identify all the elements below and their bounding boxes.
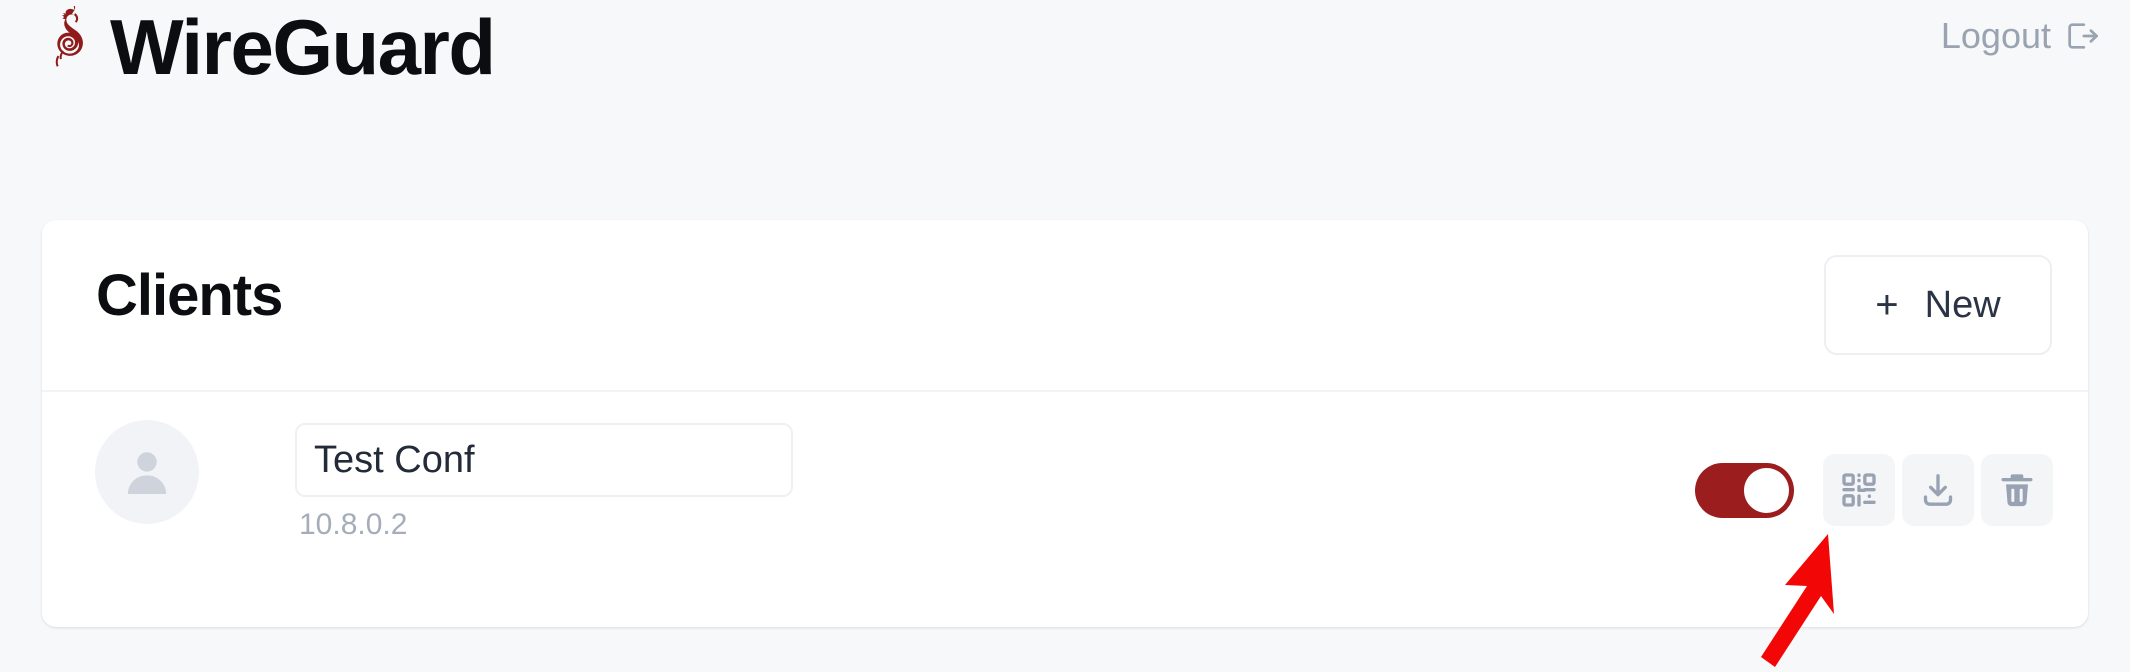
download-icon (1918, 470, 1958, 510)
client-enabled-toggle[interactable] (1695, 462, 1794, 518)
client-ip-address: 10.8.0.2 (299, 508, 408, 541)
page-title: Clients (96, 263, 283, 328)
client-info: 10.8.0.2 (295, 392, 793, 540)
new-client-button[interactable]: + New (1824, 255, 2052, 355)
brand: WireGuard (38, 3, 496, 91)
logout-button[interactable]: Logout (1941, 18, 2098, 54)
top-bar: WireGuard Logout (0, 0, 2130, 120)
avatar (95, 420, 199, 524)
logout-label: Logout (1940, 15, 2051, 56)
client-actions (1695, 454, 2053, 526)
toggle-knob (1744, 467, 1789, 513)
delete-client-button[interactable] (1981, 454, 2053, 526)
sign-out-icon (2064, 19, 2098, 53)
download-config-button[interactable] (1902, 454, 1974, 526)
user-avatar-icon (116, 441, 178, 503)
client-name-input[interactable] (295, 423, 793, 497)
clients-card: Clients + New 10.8.0.2 (42, 220, 2088, 627)
clients-card-header: Clients + New (42, 220, 2088, 392)
qr-code-icon (1839, 470, 1879, 510)
brand-title: WireGuard (110, 3, 496, 91)
new-client-button-label: New (1924, 284, 2001, 326)
wireguard-dragon-logo-icon (38, 6, 96, 88)
plus-icon: + (1875, 283, 1899, 327)
trash-icon (1997, 470, 2037, 510)
show-qr-button[interactable] (1823, 454, 1895, 526)
client-row: 10.8.0.2 (42, 392, 2088, 625)
